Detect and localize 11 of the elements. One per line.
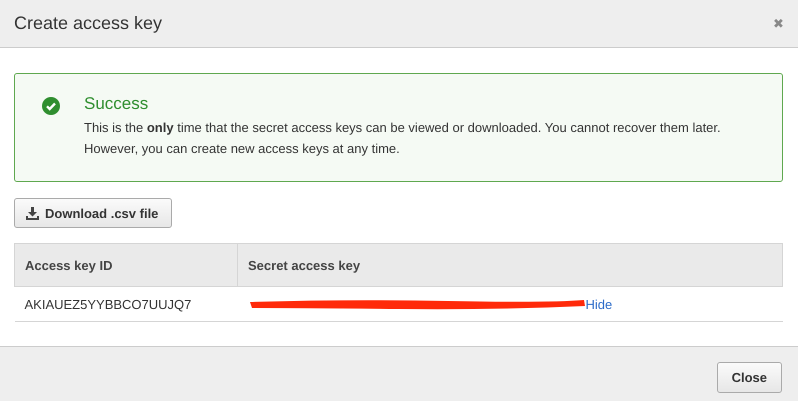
success-check-icon [42, 97, 60, 115]
column-header: Secret access key [238, 244, 782, 286]
alert-title: Success [84, 94, 150, 114]
hide-link[interactable]: Hide [586, 296, 612, 312]
alert-message: This is the only time that the secret access keys can be viewed or downloaded. You cannot recover them later. However, you can create new access keys at any time. [84, 119, 722, 158]
column-header: Access key ID [14, 244, 238, 286]
dialog-title: Create access key [14, 13, 162, 34]
download-icon [26, 206, 39, 220]
close-button[interactable]: Close [716, 362, 782, 393]
download-button[interactable]: Download .csv file [14, 198, 172, 228]
table-cell: AKIAUEZ5YYBBCO7UUJQ7 [14, 286, 238, 322]
